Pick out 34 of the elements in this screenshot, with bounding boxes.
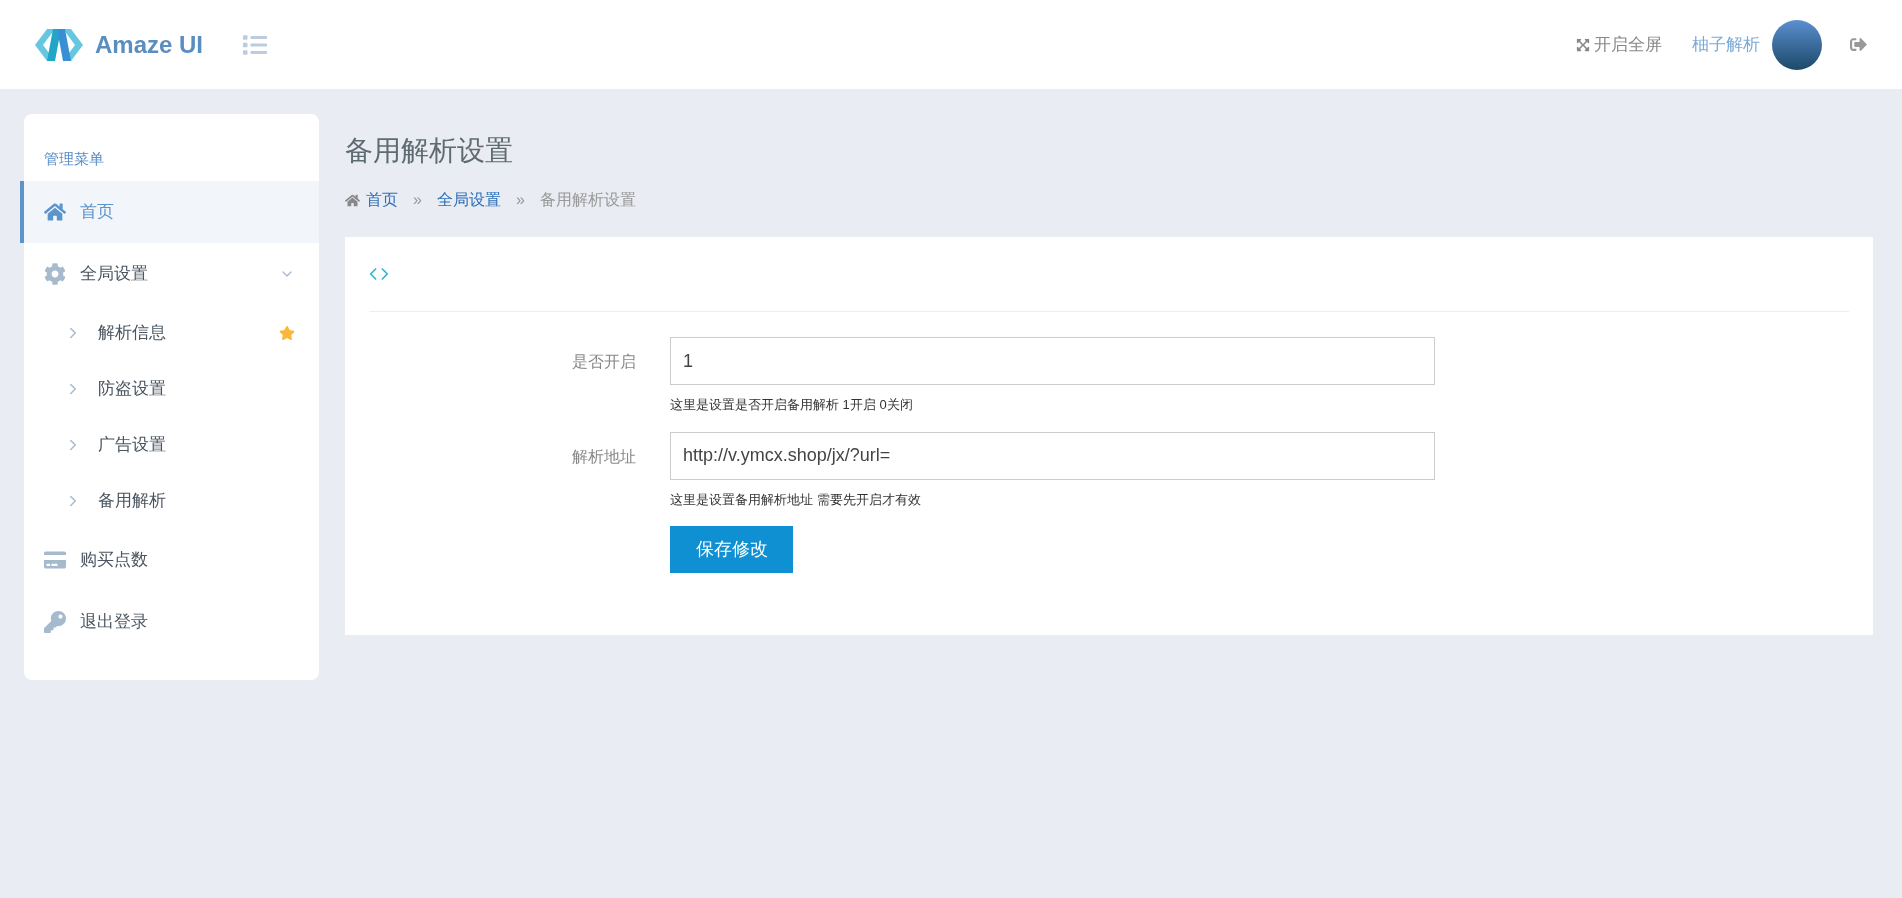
sidebar-item[interactable]: 购买点数 xyxy=(20,528,319,591)
field-help: 这里是设置备用解析地址 需要先开启才有效 xyxy=(670,490,921,509)
sidebar-subitem[interactable]: 解析信息 xyxy=(24,304,319,361)
field-help: 这里是设置是否开启备用解析 1开启 0关闭 xyxy=(670,396,913,414)
fullscreen-button[interactable]: 开启全屏 xyxy=(1576,31,1662,58)
sidebar-subitem[interactable]: 广告设置 xyxy=(24,416,319,473)
credit-card-icon xyxy=(44,548,66,571)
save-button[interactable]: 保存修改 xyxy=(670,526,793,573)
sidebar-subitem[interactable]: 备用解析 xyxy=(24,472,319,529)
field-label: 解析地址 xyxy=(571,446,637,467)
home-icon xyxy=(44,200,66,223)
gear-icon xyxy=(44,262,66,285)
page-title: 备用解析设置 xyxy=(345,134,513,168)
breadcrumb-link[interactable]: 首页 xyxy=(366,188,398,212)
sidebar-heading: 管理菜单 xyxy=(44,149,104,169)
breadcrumb-link[interactable]: 全局设置 xyxy=(436,188,501,212)
text-field[interactable]: 1 xyxy=(670,337,1435,385)
key-icon xyxy=(44,610,66,633)
home-icon xyxy=(345,192,360,208)
star-icon xyxy=(279,324,295,341)
field-label: 是否开启 xyxy=(571,352,637,372)
menu-icon[interactable] xyxy=(243,32,268,57)
breadcrumb-separator: » xyxy=(515,190,525,210)
logo-text: Amaze UI xyxy=(95,29,204,60)
breadcrumb-current: 备用解析设置 xyxy=(539,190,636,210)
avatar xyxy=(1772,19,1822,70)
sidebar-item[interactable]: 全局设置 xyxy=(20,242,319,305)
sidebar-item[interactable]: 退出登录 xyxy=(20,590,319,653)
text-field[interactable]: http://v.ymcx.shop/jx/?url= xyxy=(670,431,1435,480)
expand-icon xyxy=(1576,37,1590,52)
breadcrumb-separator: » xyxy=(413,190,422,210)
sidebar-subitem[interactable]: 防盗设置 xyxy=(24,360,319,417)
logout-icon[interactable] xyxy=(1850,36,1867,53)
logo-icon xyxy=(35,28,83,61)
